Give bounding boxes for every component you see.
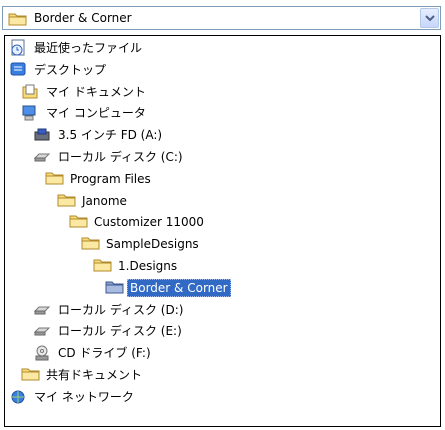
tree-item[interactable]: マイ コンピュータ: [21, 103, 149, 123]
tree-item[interactable]: デスクトップ: [9, 60, 109, 80]
folder-icon: [8, 11, 28, 30]
tree-item-label: Customizer 11000: [94, 215, 204, 230]
folder-icon: [93, 257, 113, 275]
my-network-icon: [9, 388, 29, 406]
tree-item-label: ローカル ディスク (C:): [58, 150, 183, 164]
recent-documents-icon: [9, 39, 29, 57]
folder-icon: [57, 192, 77, 210]
tree-item[interactable]: SampleDesigns: [81, 234, 202, 254]
tree-item-label: Janome: [82, 193, 127, 208]
folder-icon: [81, 235, 101, 253]
floppy-drive-icon: [33, 126, 53, 144]
tree-item[interactable]: ローカル ディスク (C:): [33, 147, 186, 167]
dropdown-selected-value: Border & Corner: [34, 11, 132, 25]
tree-item-label: Program Files: [70, 171, 151, 186]
tree-item-label: SampleDesigns: [106, 237, 199, 252]
tree-item-label: 共有ドキュメント: [46, 368, 143, 382]
chevron-down-icon: [425, 15, 435, 22]
my-computer-icon: [21, 104, 41, 122]
tree-item-label: 3.5 インチ FD (A:): [58, 128, 163, 143]
tree-item[interactable]: マイ ネットワーク: [9, 387, 137, 407]
tree-item[interactable]: Program Files: [45, 169, 154, 189]
folder-icon: [45, 170, 65, 188]
folder-icon: [21, 366, 41, 384]
tree-item[interactable]: 最近使ったファイル: [9, 38, 145, 58]
my-documents-icon: [21, 83, 41, 101]
hard-disk-icon: [33, 148, 53, 166]
tree-item-label: ローカル ディスク (E:): [58, 324, 182, 339]
tree-item[interactable]: マイ ドキュメント: [21, 82, 149, 102]
tree-item-label: マイ コンピュータ: [46, 106, 146, 121]
folder-icon: [105, 279, 125, 297]
tree-item-label: デスクトップ: [34, 62, 107, 77]
tree-item-label: 1.Designs: [118, 259, 178, 273]
hard-disk-icon: [33, 322, 53, 340]
cd-drive-icon: [33, 344, 53, 362]
hard-disk-icon: [33, 301, 53, 319]
tree-item[interactable]: Customizer 11000: [69, 212, 207, 232]
tree-item[interactable]: Border & Corner: [105, 278, 231, 298]
tree-item-label: Border & Corner: [127, 278, 231, 297]
tree-item-label: CD ドライブ (F:): [58, 346, 151, 361]
folder-tree-list[interactable]: 最近使ったファイル デスクトップマイ ドキュメント マイ コンピュータ 3.5 インチ…: [4, 35, 441, 427]
tree-item-label: マイ ドキュメント: [46, 84, 146, 99]
dropdown-arrow-button[interactable]: [420, 8, 439, 28]
tree-item[interactable]: 1.Designs: [93, 256, 180, 276]
tree-item[interactable]: CD ドライブ (F:): [33, 343, 154, 363]
tree-item[interactable]: 3.5 インチ FD (A:): [33, 125, 165, 145]
tree-item[interactable]: ローカル ディスク (D:): [33, 300, 186, 320]
desktop-icon: [9, 61, 29, 79]
tree-item-label: マイ ネットワーク: [34, 389, 134, 404]
folder-icon: [69, 213, 89, 231]
tree-item[interactable]: ローカル ディスク (E:): [33, 321, 185, 341]
tree-item-label: ローカル ディスク (D:): [58, 302, 184, 317]
location-dropdown[interactable]: Border & Corner: [2, 6, 441, 30]
tree-item[interactable]: 共有ドキュメント: [21, 365, 145, 385]
tree-item[interactable]: Janome: [57, 191, 130, 211]
tree-item-label: 最近使ったファイル: [34, 41, 143, 55]
